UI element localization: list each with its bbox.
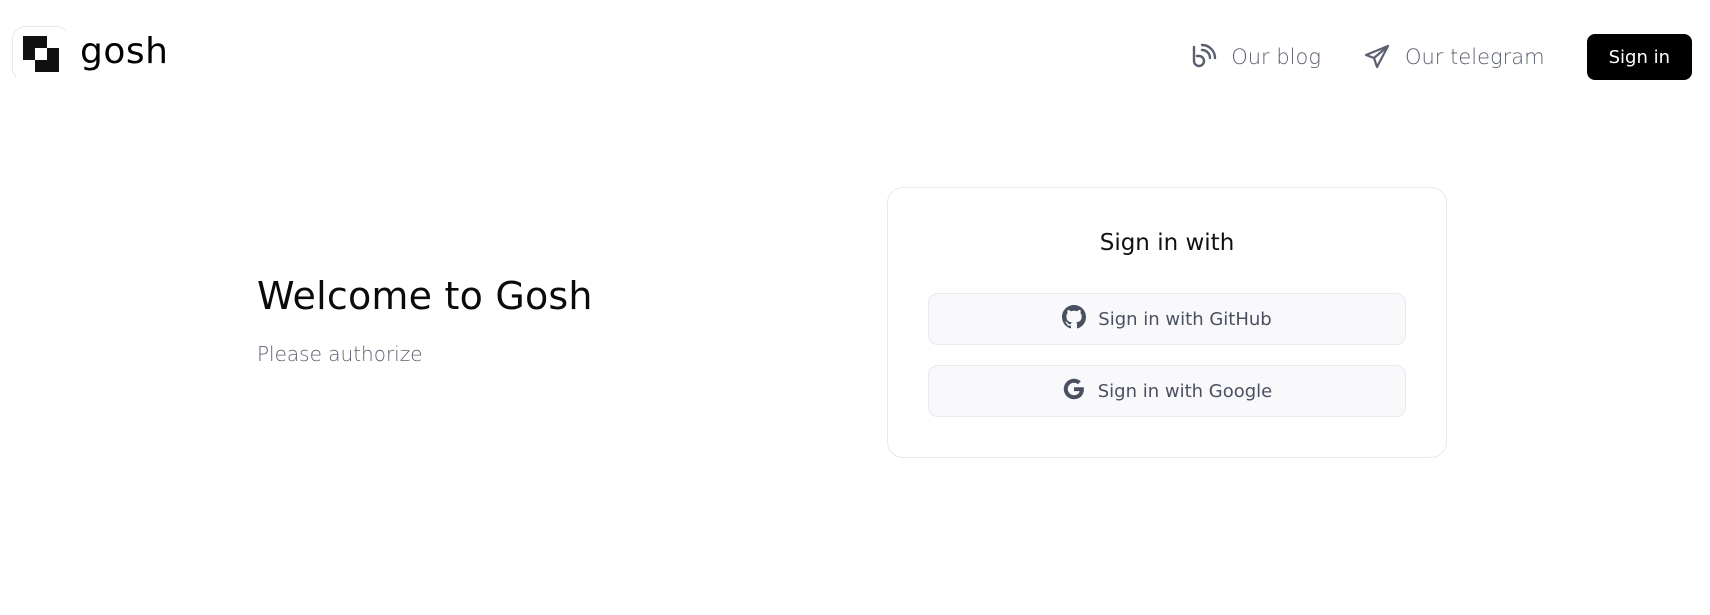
nav-blog-label: Our blog — [1231, 45, 1321, 69]
sign-in-card-title: Sign in with — [1099, 230, 1235, 256]
github-icon — [1062, 304, 1087, 334]
nav-blog-link[interactable]: Our blog — [1189, 43, 1321, 71]
blog-icon — [1189, 43, 1217, 71]
header: gosh Our blog Our telegram Sign in — [0, 0, 1710, 110]
github-sign-in-button[interactable]: Sign in with GitHub — [928, 293, 1406, 345]
welcome-section: Welcome to Gosh Please authorize — [257, 274, 593, 366]
telegram-icon — [1363, 43, 1391, 71]
google-sign-in-label: Sign in with Google — [1097, 380, 1273, 402]
page-subtitle: Please authorize — [257, 342, 423, 366]
logo-text: gosh — [80, 30, 169, 72]
sign-in-card: Sign in with Sign in with GitHub Sign in… — [887, 187, 1447, 458]
page-title: Welcome to Gosh — [257, 274, 593, 318]
logo-link[interactable]: gosh — [12, 26, 168, 82]
gosh-logo-icon — [12, 26, 70, 82]
google-icon — [1062, 377, 1086, 406]
nav-telegram-link[interactable]: Our telegram — [1363, 43, 1545, 71]
nav-telegram-label: Our telegram — [1404, 45, 1545, 69]
header-sign-in-button[interactable]: Sign in — [1586, 34, 1692, 80]
top-nav: Our blog Our telegram Sign in — [1189, 34, 1692, 80]
github-sign-in-label: Sign in with GitHub — [1098, 308, 1272, 330]
google-sign-in-button[interactable]: Sign in with Google — [928, 365, 1406, 417]
